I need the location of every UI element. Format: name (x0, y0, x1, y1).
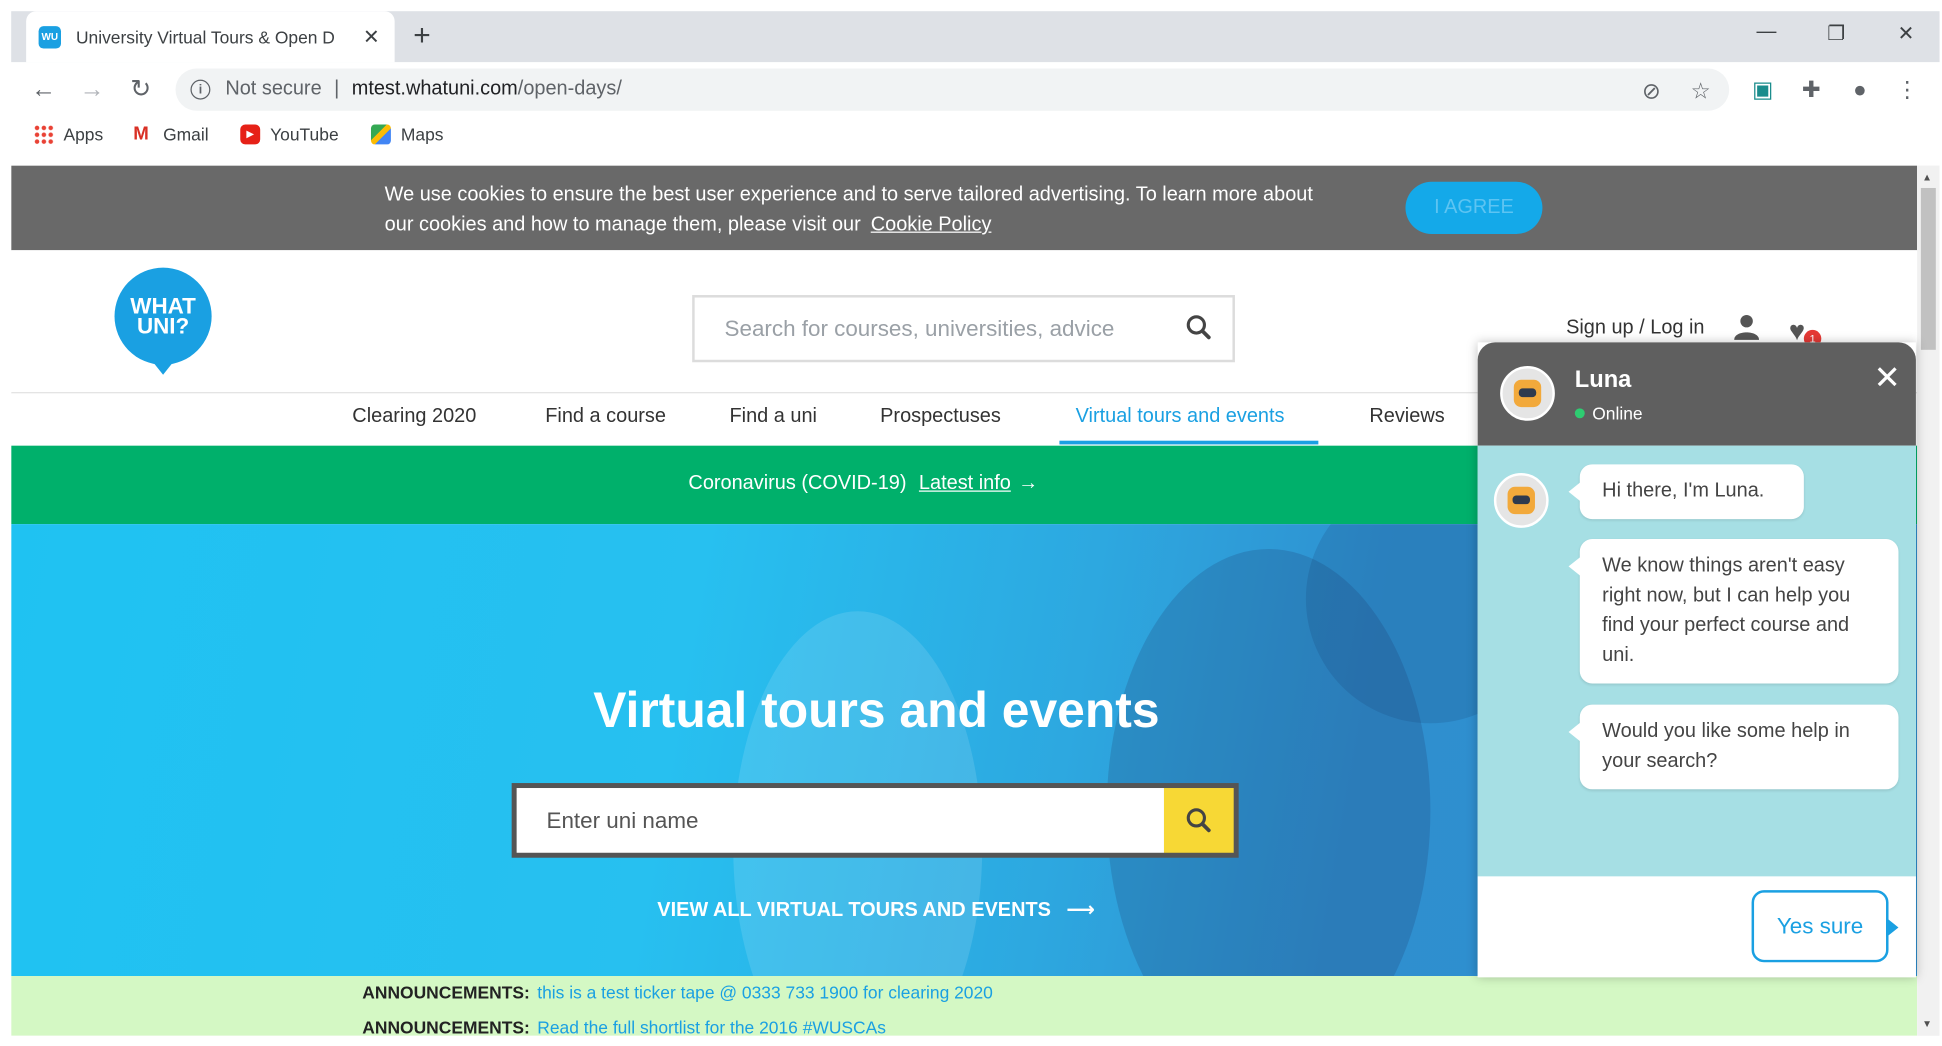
search-icon[interactable] (1185, 314, 1212, 341)
luna-avatar (1493, 473, 1549, 528)
nav-item-find-uni[interactable]: Find a uni (730, 406, 817, 428)
search-icon (1186, 808, 1211, 833)
ticker-item[interactable]: ANNOUNCEMENTS: Read the full shortlist fo… (362, 1017, 886, 1036)
uni-name-input[interactable]: Enter uni name (516, 788, 1164, 853)
window-close-icon[interactable]: ✕ (1891, 21, 1921, 46)
chat-widget: Luna Online ✕ Hi there, I'm Luna. We kno… (1477, 342, 1916, 978)
blocked-popup-icon[interactable]: ⊘ (1642, 78, 1661, 104)
chat-message: Hi there, I'm Luna. (1568, 464, 1804, 520)
bookmark-star-icon[interactable]: ☆ (1691, 78, 1711, 104)
chat-agent-name: Luna (1574, 367, 1632, 394)
scroll-up-icon[interactable]: ▲ (1922, 172, 1932, 183)
youtube-icon: ▶ (240, 124, 261, 145)
browser-tabstrip: WU University Virtual Tours & Open D ✕ +… (11, 11, 1940, 63)
security-label: Not secure (225, 78, 322, 100)
bookmark-label: Gmail (163, 124, 209, 145)
uni-search-box: Enter uni name (511, 783, 1239, 858)
ticker-label: ANNOUNCEMENTS: (362, 982, 530, 1003)
bookmark-gmail[interactable]: M Gmail (133, 123, 209, 145)
chat-footer: Yes sure (1477, 876, 1916, 978)
whatuni-logo[interactable]: WHAT UNI? (114, 267, 212, 375)
info-icon[interactable]: i (190, 79, 211, 100)
luna-avatar (1500, 366, 1555, 421)
yes-sure-button[interactable]: Yes sure (1751, 890, 1899, 963)
uni-search-button[interactable] (1163, 788, 1234, 853)
url-host: mtest.whatuni.com (351, 78, 518, 100)
tab-title: University Virtual Tours & Open D (75, 26, 335, 47)
whatuni-favicon-icon: WU (38, 25, 62, 48)
covid-text: Coronavirus (COVID-19) (688, 473, 907, 495)
minimize-icon[interactable]: — (1752, 21, 1782, 43)
extension-icon[interactable]: ▣ (1749, 77, 1776, 103)
bookmark-label: Maps (400, 124, 444, 145)
site-search-placeholder: Search for courses, universities, advice (724, 315, 1115, 341)
bookmark-maps[interactable]: Maps (370, 124, 444, 145)
chat-message: Would you like some help in your search? (1568, 704, 1899, 790)
cookie-text-line1: We use cookies to ensure the best user e… (384, 184, 1313, 206)
gmail-icon: M (133, 123, 149, 145)
browser-toolbar: ← → ↻ i Not secure | mtest.whatuni.com/o… (11, 62, 1940, 118)
chat-header: Luna Online ✕ (1477, 342, 1916, 446)
cookie-banner: We use cookies to ensure the best user e… (11, 165, 1918, 251)
chat-messages: Hi there, I'm Luna. We know things aren'… (1477, 445, 1916, 877)
robot-icon (1513, 379, 1542, 408)
ticker-message: Read the full shortlist for the 2016 #WU… (537, 1017, 886, 1036)
chat-status: Online (1574, 403, 1643, 424)
cookie-policy-link[interactable]: Cookie Policy (871, 214, 992, 235)
maps-icon (370, 124, 391, 145)
forward-arrow-icon[interactable]: → (77, 75, 107, 105)
site-search-input[interactable]: Search for courses, universities, advice (692, 295, 1235, 363)
user-icon[interactable] (1734, 314, 1760, 341)
robot-icon (1507, 486, 1535, 515)
bookmark-youtube[interactable]: ▶ YouTube (240, 124, 339, 145)
signup-login-link[interactable]: Sign up / Log in (1566, 317, 1704, 339)
arrow-right-icon: ⟶ (1066, 900, 1095, 922)
omnibox-divider: | (334, 78, 340, 100)
ticker-label: ANNOUNCEMENTS: (362, 1017, 530, 1036)
chat-status-label: Online (1592, 403, 1643, 424)
url-path: /open-days/ (517, 78, 622, 100)
browser-tab[interactable]: WU University Virtual Tours & Open D ✕ (26, 11, 395, 63)
page-scrollbar[interactable]: ▲ ▼ (1917, 165, 1940, 1036)
apps-grid-icon (33, 124, 54, 145)
new-tab-icon[interactable]: + (407, 21, 437, 51)
nav-item-reviews[interactable]: Reviews (1369, 406, 1444, 428)
ticker-message: this is a test ticker tape @ 0333 733 19… (537, 982, 993, 1003)
scrollbar-thumb[interactable] (1920, 187, 1936, 350)
ticker-item[interactable]: ANNOUNCEMENTS: this is a test ticker tape… (362, 982, 993, 1002)
address-bar[interactable]: i Not secure | mtest.whatuni.com/open-da… (175, 68, 1730, 111)
nav-item-prospectuses[interactable]: Prospectuses (880, 406, 1001, 428)
nav-item-virtual-tours[interactable]: Virtual tours and events (1076, 406, 1285, 428)
view-all-link[interactable]: VIEW ALL VIRTUAL TOURS AND EVENTS ⟶ (657, 898, 1095, 923)
uni-name-placeholder: Enter uni name (546, 807, 699, 833)
bookmarks-bar: Apps M Gmail ▶ YouTube Maps (11, 117, 1940, 159)
arrow-right-icon: → (1018, 473, 1039, 495)
restore-icon[interactable]: ❐ (1821, 21, 1851, 46)
active-nav-underline (1059, 440, 1319, 445)
chat-message: We know things aren't easy right now, bu… (1568, 539, 1899, 684)
profile-avatar-icon[interactable]: ● (1846, 77, 1873, 103)
latest-info-link[interactable]: Latest info (919, 473, 1011, 494)
chat-close-icon[interactable]: ✕ (1874, 361, 1901, 393)
cookie-text-line2: our cookies and how to manage them, plea… (384, 214, 861, 236)
back-arrow-icon[interactable]: ← (29, 75, 59, 105)
tab-close-icon[interactable]: ✕ (363, 24, 380, 49)
bookmark-apps[interactable]: Apps (33, 124, 104, 145)
nav-item-find-course[interactable]: Find a course (545, 406, 666, 428)
nav-item-clearing[interactable]: Clearing 2020 (352, 406, 476, 428)
scroll-down-icon[interactable]: ▼ (1922, 1018, 1932, 1029)
reload-icon[interactable]: ↻ (126, 75, 156, 105)
more-menu-icon[interactable]: ⋮ (1893, 77, 1920, 103)
logo-line2: UNI? (136, 313, 190, 339)
bookmark-label: Apps (63, 124, 104, 145)
agree-button[interactable]: I AGREE (1405, 181, 1543, 235)
bookmark-label: YouTube (270, 124, 339, 145)
announcements-ticker: ANNOUNCEMENTS: this is a test ticker tape… (11, 976, 1918, 1036)
online-dot-icon (1574, 408, 1585, 419)
puzzle-extensions-icon[interactable]: ✚ (1798, 77, 1825, 103)
view-all-label: VIEW ALL VIRTUAL TOURS AND EVENTS (657, 900, 1051, 922)
cookie-text: We use cookies to ensure the best user e… (385, 181, 1368, 241)
